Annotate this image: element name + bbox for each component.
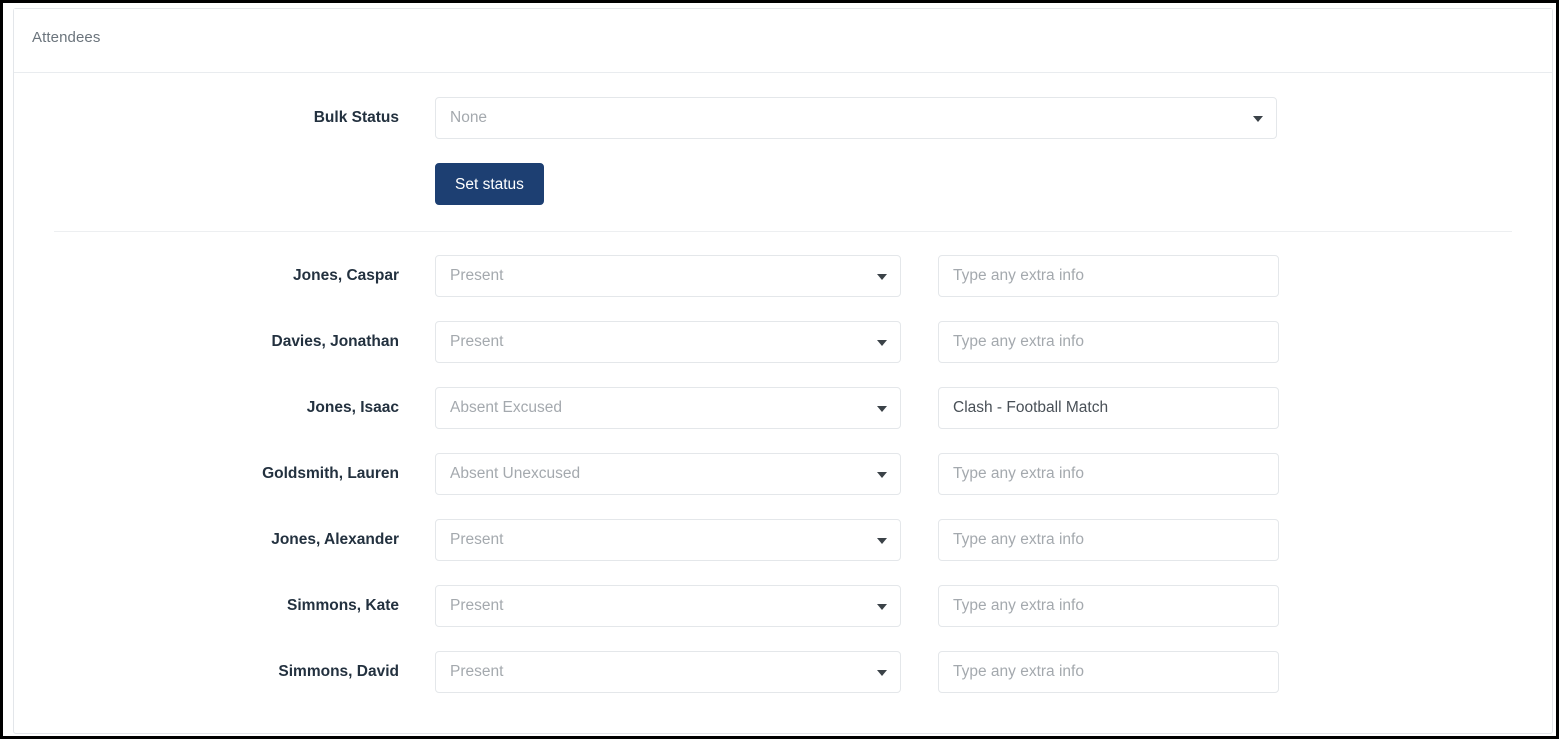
attendee-info-input[interactable]: Type any extra info: [938, 651, 1279, 693]
attendee-status-value: Absent Unexcused: [450, 465, 581, 482]
bulk-status-control: None: [435, 97, 1277, 139]
attendee-info-value: Type any extra info: [953, 333, 1084, 350]
attendee-info-value: Clash - Football Match: [953, 399, 1109, 416]
attendee-info-value: Type any extra info: [953, 597, 1084, 614]
attendee-info-value: Type any extra info: [953, 531, 1084, 548]
attendee-status-select[interactable]: Present: [435, 519, 901, 561]
bulk-status-select[interactable]: None: [435, 97, 1277, 139]
attendee-info-input[interactable]: Type any extra info: [938, 519, 1279, 561]
bulk-status-select-value: None: [450, 109, 488, 126]
table-row: Simmons, David Present Type any extra in…: [14, 651, 1552, 693]
page-title: Attendees: [32, 29, 101, 46]
attendees-card: Attendees Bulk Status None Set status Jo…: [13, 8, 1553, 734]
attendee-info-value: Type any extra info: [953, 465, 1084, 482]
attendee-info-input[interactable]: Type any extra info: [938, 453, 1279, 495]
table-row: Jones, Isaac Absent Excused Clash - Foot…: [14, 387, 1552, 429]
chevron-down-icon: [1253, 116, 1263, 122]
chevron-down-icon: [877, 274, 887, 280]
table-row: Goldsmith, Lauren Absent Unexcused Type …: [14, 453, 1552, 495]
bulk-status-label: Bulk Status: [313, 109, 399, 126]
attendee-status-select[interactable]: Absent Excused: [435, 387, 901, 429]
set-status-button[interactable]: Set status: [435, 163, 544, 205]
attendee-name: Jones, Alexander: [271, 531, 399, 548]
chevron-down-icon: [877, 604, 887, 610]
attendee-info-value: Type any extra info: [953, 267, 1084, 284]
attendee-info-value: Type any extra info: [953, 663, 1084, 680]
chevron-down-icon: [877, 670, 887, 676]
attendee-name: Jones, Caspar: [293, 267, 399, 284]
table-row: Jones, Caspar Present Type any extra inf…: [14, 255, 1552, 297]
table-row: Jones, Alexander Present Type any extra …: [14, 519, 1552, 561]
card-body: Bulk Status None Set status Jones, Caspa…: [14, 97, 1552, 693]
attendee-info-input[interactable]: Type any extra info: [938, 585, 1279, 627]
attendee-name: Simmons, Kate: [287, 597, 399, 614]
attendee-status-value: Present: [450, 267, 504, 284]
table-row: Simmons, Kate Present Type any extra inf…: [14, 585, 1552, 627]
attendee-status-value: Present: [450, 531, 504, 548]
chevron-down-icon: [877, 538, 887, 544]
attendee-status-value: Present: [450, 663, 504, 680]
section-divider: [54, 231, 1512, 232]
attendee-info-input[interactable]: Type any extra info: [938, 255, 1279, 297]
attendee-name: Davies, Jonathan: [271, 333, 400, 350]
chevron-down-icon: [877, 340, 887, 346]
attendee-status-select[interactable]: Present: [435, 321, 901, 363]
attendee-name: Jones, Isaac: [306, 399, 399, 416]
attendee-name: Goldsmith, Lauren: [262, 465, 399, 482]
attendee-status-select[interactable]: Present: [435, 651, 901, 693]
chevron-down-icon: [877, 406, 887, 412]
attendee-status-value: Present: [450, 597, 504, 614]
attendee-status-value: Present: [450, 333, 504, 350]
attendee-name: Simmons, David: [278, 663, 399, 680]
screenshot-frame: Attendees Bulk Status None Set status Jo…: [0, 0, 1559, 739]
chevron-down-icon: [877, 472, 887, 478]
attendee-list: Jones, Caspar Present Type any extra inf…: [14, 255, 1552, 693]
attendee-status-select[interactable]: Absent Unexcused: [435, 453, 901, 495]
attendee-info-input[interactable]: Clash - Football Match: [938, 387, 1279, 429]
attendee-status-select[interactable]: Present: [435, 255, 901, 297]
attendee-info-input[interactable]: Type any extra info: [938, 321, 1279, 363]
card-header: Attendees: [14, 9, 1552, 73]
attendee-status-value: Absent Excused: [450, 399, 563, 416]
table-row: Davies, Jonathan Present Type any extra …: [14, 321, 1552, 363]
bulk-status-row: Bulk Status None: [14, 97, 1552, 139]
attendee-status-select[interactable]: Present: [435, 585, 901, 627]
